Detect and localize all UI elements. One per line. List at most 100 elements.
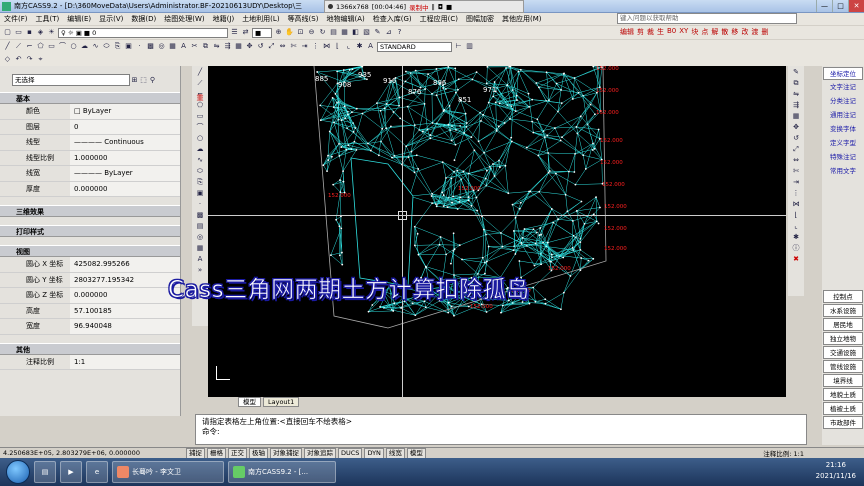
polygon-icon[interactable]: ⬠ (36, 42, 45, 51)
annotation-scale[interactable]: 注释比例: 1:1 (763, 448, 804, 458)
match-icon[interactable]: ⇄ (241, 28, 250, 37)
redo-icon[interactable]: ↷ (25, 55, 34, 64)
cass-tool-move[interactable]: 移 (731, 27, 738, 37)
text-style-combo[interactable]: STANDARD (377, 41, 452, 52)
prop-row[interactable]: 圆心 X 坐标 425082.995266 (0, 257, 180, 273)
light-icon[interactable]: ☀ (47, 28, 56, 37)
menu-landform[interactable]: 地貌土质 (823, 388, 863, 401)
cass-tool-point[interactable]: 点 (701, 27, 708, 37)
cass-tool-cross[interactable]: 渡 (751, 27, 758, 37)
cass-tool-crop[interactable]: 裁 (647, 27, 654, 37)
cass-tool-delete[interactable]: 删 (761, 27, 768, 37)
r-offset-icon[interactable]: ⇶ (792, 101, 801, 110)
polyline-icon[interactable]: ⌐ (25, 42, 34, 51)
menu-other[interactable]: 其他应用(M) (502, 14, 542, 24)
menu-traffic[interactable]: 交通设施 (823, 346, 863, 359)
r-rotate-icon[interactable]: ↺ (792, 134, 801, 143)
stop-icon[interactable]: ■ (446, 3, 452, 11)
r-move-icon[interactable]: ✥ (792, 123, 801, 132)
menu-boundary[interactable]: 境界线 (823, 374, 863, 387)
menu-draw[interactable]: 绘图处理(W) (164, 14, 204, 24)
table-icon[interactable]: ▦ (168, 42, 177, 51)
insert-icon[interactable]: ⎘ (113, 42, 122, 51)
prop-row[interactable]: 线型 ———— Continuous (0, 135, 180, 151)
r-break-icon[interactable]: ⋮ (792, 189, 801, 198)
mirror-icon[interactable]: ⇋ (212, 42, 221, 51)
red-tool-1-icon[interactable]: 重 (196, 94, 205, 103)
erase-icon[interactable]: ✂ (190, 42, 199, 51)
move-icon[interactable]: ✥ (245, 42, 254, 51)
prop-row[interactable]: 圆心 Z 坐标 0.000000 (0, 288, 180, 304)
scale-icon[interactable]: ⤢ (267, 42, 276, 51)
cass-tool-generate[interactable]: 生 (657, 27, 664, 37)
zoom-prev-icon[interactable]: ⊖ (307, 28, 316, 37)
properties-icon[interactable]: ▤ (329, 28, 338, 37)
line-icon[interactable]: ╱ (3, 42, 12, 51)
trim-icon[interactable]: ✄ (289, 42, 298, 51)
prop-row[interactable]: 线宽 ———— ByLayer (0, 166, 180, 182)
section-view[interactable]: 视图 (0, 245, 180, 257)
r-explode-icon[interactable]: ✱ (792, 233, 801, 242)
menu-change-font[interactable]: 变换字体 (823, 123, 863, 136)
menu-contour[interactable]: 等高线(S) (288, 14, 319, 24)
layer-icon[interactable]: ◈ (36, 28, 45, 37)
toggle-model[interactable]: 模型 (406, 447, 426, 459)
cass-tool-explode[interactable]: 解 (711, 27, 718, 37)
tab-model[interactable]: 模型 (238, 397, 261, 407)
menu-landuse[interactable]: 土地利用(L) (242, 14, 279, 24)
section-other[interactable]: 其他 (0, 342, 180, 355)
osnap-icon[interactable]: ◇ (3, 55, 12, 64)
menu-engineering[interactable]: 工程应用(C) (420, 14, 458, 24)
r-join-icon[interactable]: ⋈ (792, 200, 801, 209)
menu-cadastre[interactable]: 地籍(J) (213, 14, 235, 24)
menu-general-note[interactable]: 通用注记 (823, 109, 863, 122)
hatch-icon[interactable]: ▩ (146, 42, 155, 51)
menu-special-note[interactable]: 特殊注记 (823, 151, 863, 164)
measure-icon[interactable]: ⊿ (384, 28, 393, 37)
new-icon[interactable]: ▢ (3, 28, 12, 37)
toggle-otrack[interactable]: 对象追踪 (304, 447, 336, 459)
close-button[interactable]: ✕ (848, 0, 864, 12)
cass-tool-cut[interactable]: 剪 (637, 27, 644, 37)
menu-residential[interactable]: 居民地 (823, 318, 863, 331)
selection-combo[interactable]: 无选择 (12, 74, 130, 86)
menu-vegetation[interactable]: 植被土质 (823, 402, 863, 415)
region-icon[interactable]: ◎ (157, 42, 166, 51)
pause-icon[interactable]: ‖ (432, 3, 435, 11)
help-search-input[interactable]: 键入问题以获取帮助 (617, 13, 797, 24)
point-icon[interactable]: · (135, 42, 144, 51)
cass-tool-block[interactable]: 块 (691, 27, 698, 37)
menu-water[interactable]: 水系设施 (823, 304, 863, 317)
pan-icon[interactable]: ✋ (285, 28, 294, 37)
break-icon[interactable]: ⋮ (311, 42, 320, 51)
r-pen-icon[interactable]: ✎ (792, 68, 801, 77)
command-window[interactable]: 请指定表格左上角位置:<直接回车不绘表格> 命令: (195, 414, 807, 445)
cass-tool-xy[interactable]: XY (679, 27, 688, 37)
rectangle-icon[interactable]: ▭ (47, 42, 56, 51)
tab-layout1[interactable]: Layout1 (263, 397, 300, 407)
section-plot-style[interactable]: 打印样式 (0, 225, 180, 237)
tablestyle-icon[interactable]: ▥ (465, 42, 474, 51)
prop-row[interactable]: 线型比例 1.000000 (0, 150, 180, 166)
chamfer-icon[interactable]: ⌊ (333, 42, 342, 51)
prop-row[interactable]: 颜色 □ ByLayer (0, 104, 180, 120)
task-item-music[interactable]: 长蓦吟 - 李文卫 (112, 461, 224, 483)
markup-icon[interactable]: ✎ (373, 28, 382, 37)
offset-icon[interactable]: ⇶ (223, 42, 232, 51)
copy-icon[interactable]: ⧉ (201, 42, 210, 51)
zoom-icon[interactable]: ⊕ (274, 28, 283, 37)
r-copy-icon[interactable]: ⧉ (792, 79, 801, 88)
help-icon[interactable]: ? (395, 28, 404, 37)
stretch-icon[interactable]: ⇔ (278, 42, 287, 51)
menu-define-font[interactable]: 定义字型 (823, 137, 863, 150)
circle-icon[interactable]: ○ (69, 42, 78, 51)
r-info-icon[interactable]: ⓘ (792, 244, 801, 253)
ellipse-icon[interactable]: ⬭ (102, 42, 111, 51)
calc-icon[interactable]: ▧ (362, 28, 371, 37)
fillet-icon[interactable]: ⌞ (344, 42, 353, 51)
r-fillet-icon[interactable]: ⌞ (792, 222, 801, 231)
prop-row[interactable]: 宽度 96.940048 (0, 319, 180, 335)
text-style-icon[interactable]: A (366, 42, 375, 51)
toggle-pickadd-icon[interactable]: ⊞ (130, 76, 139, 85)
menu-feature-edit[interactable]: 地物编辑(A) (326, 14, 364, 24)
